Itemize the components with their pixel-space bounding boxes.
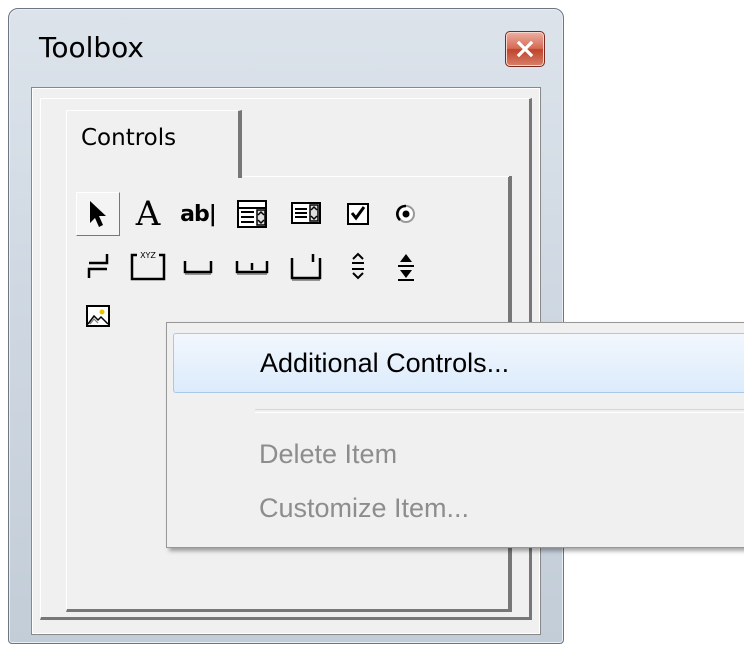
tab-controls[interactable]: Controls (66, 110, 242, 178)
menu-item-label: Customize Item... (259, 493, 470, 523)
commandbutton-icon (183, 261, 213, 275)
image-icon (86, 305, 110, 327)
label-icon: A (135, 194, 161, 234)
select-objects-tool[interactable] (76, 192, 120, 236)
multipage-tool[interactable] (284, 244, 328, 288)
combobox-icon (237, 200, 267, 228)
tab-page-top-edge (243, 176, 509, 177)
frame-icon-label: XYZ (140, 251, 156, 260)
combobox-tool[interactable] (230, 192, 274, 236)
tabstrip-icon (235, 261, 269, 275)
title-bar[interactable]: Toolbox (9, 9, 563, 77)
label-tool[interactable]: A (126, 192, 170, 236)
scrollbar-icon (352, 252, 364, 280)
optionbutton-icon (396, 204, 415, 223)
checkbox-tool[interactable] (336, 192, 380, 236)
context-menu: Additional Controls... Delete Item Custo… (166, 322, 744, 548)
listbox-tool[interactable] (284, 192, 328, 236)
menu-item-customize-item[interactable]: Customize Item... (167, 479, 744, 541)
menu-item-label: Additional Controls... (260, 348, 510, 378)
menu-separator (255, 409, 744, 413)
textbox-icon: ab| (180, 201, 217, 227)
togglebutton-tool[interactable] (76, 244, 120, 288)
scrollbar-tool[interactable] (336, 244, 380, 288)
multipage-icon (290, 254, 322, 281)
select-objects-icon (90, 201, 106, 227)
window-title: Toolbox (39, 31, 144, 64)
menu-item-label: Delete Item (259, 439, 398, 469)
tab-controls-label: Controls (81, 125, 177, 151)
menu-item-delete-item[interactable]: Delete Item (167, 425, 744, 487)
textbox-tool[interactable]: ab| (176, 192, 220, 236)
checkbox-icon (347, 203, 369, 225)
image-tool[interactable] (76, 294, 120, 338)
togglebutton-icon (87, 254, 109, 278)
spinbutton-icon (398, 254, 414, 281)
listbox-icon (291, 202, 321, 224)
commandbutton-tool[interactable] (176, 244, 220, 288)
optionbutton-tool[interactable] (384, 192, 428, 236)
frame-tool[interactable]: XYZ (126, 244, 170, 288)
tabstrip-tool[interactable] (230, 244, 274, 288)
close-icon (516, 41, 534, 57)
menu-item-additional-controls[interactable]: Additional Controls... (173, 333, 744, 393)
spinbutton-tool[interactable] (384, 244, 428, 288)
close-button[interactable] (505, 31, 545, 67)
frame-icon: XYZ (130, 251, 166, 281)
